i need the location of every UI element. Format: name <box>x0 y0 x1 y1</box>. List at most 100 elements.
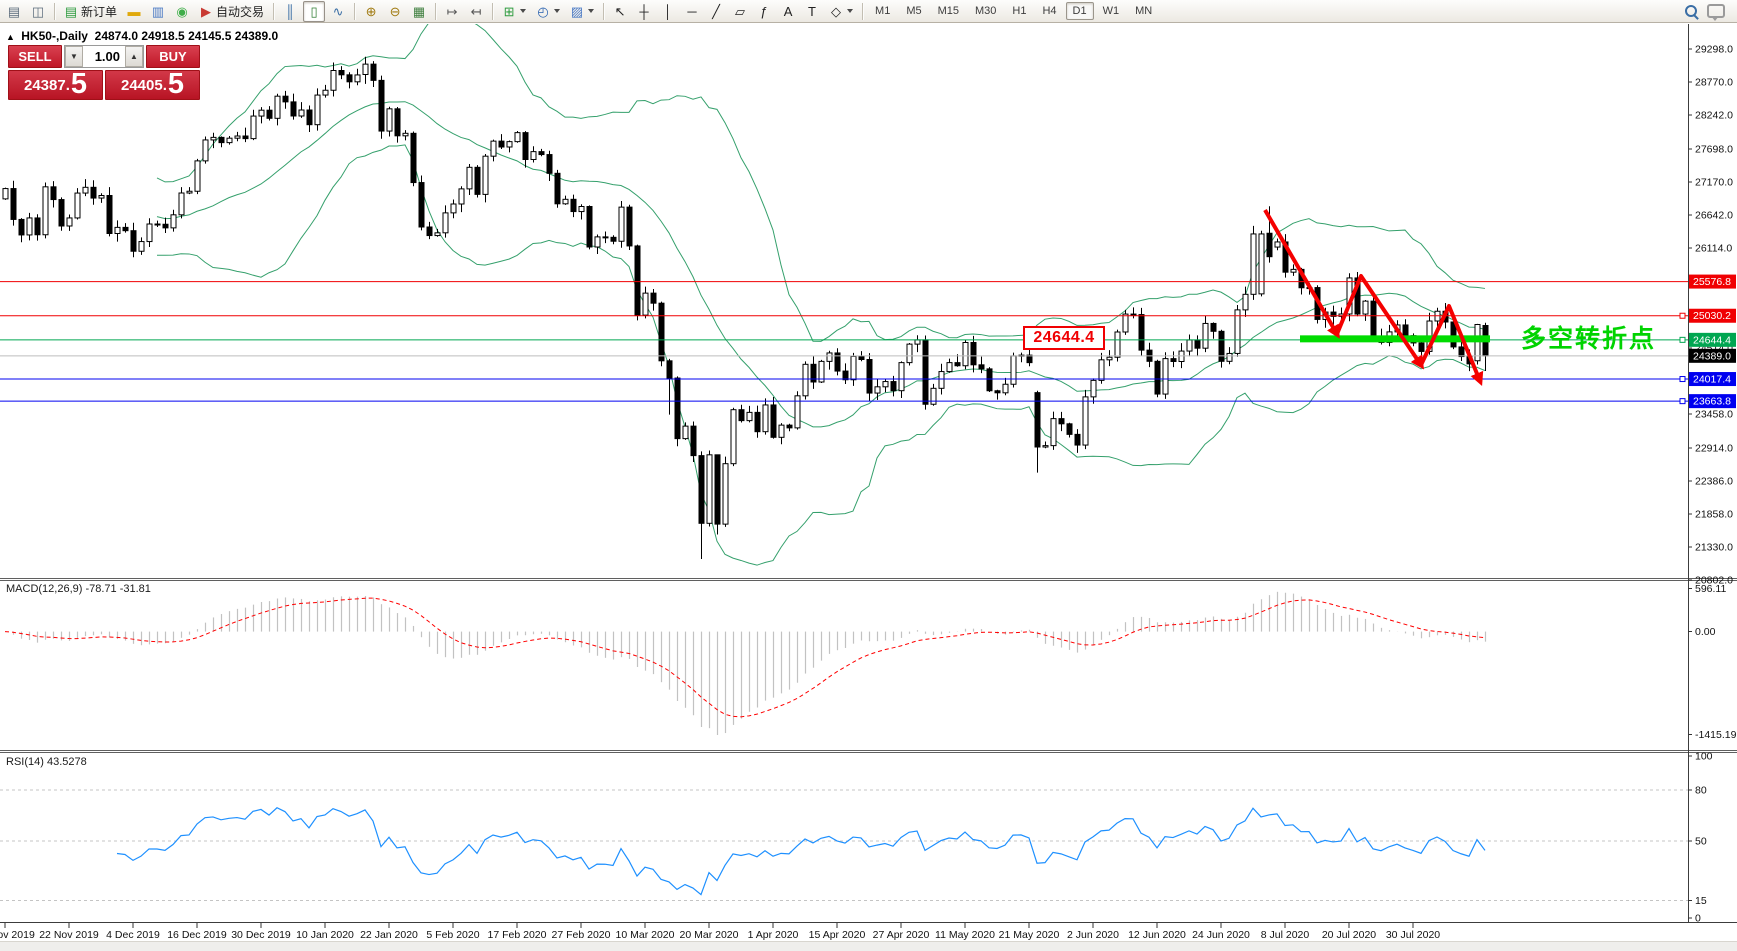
candle-body <box>491 141 496 156</box>
search-icon[interactable] <box>1685 5 1698 18</box>
dropdown-caret-icon[interactable] <box>588 9 594 13</box>
candle-body <box>323 90 328 95</box>
sell-button[interactable]: SELL <box>8 45 62 68</box>
autotrade-button[interactable]: ▶自动交易 <box>195 1 268 22</box>
label-icon[interactable]: T <box>801 1 823 22</box>
candle-body <box>315 95 320 125</box>
price-badge-label: 24644.4 <box>1693 334 1731 346</box>
date-tick-label: 30 Jul 2020 <box>1386 929 1440 941</box>
candle-body <box>603 237 608 238</box>
template-icon[interactable]: ▨ <box>566 1 598 22</box>
vline-icon[interactable]: │ <box>657 1 679 22</box>
candle-body <box>243 136 248 139</box>
signal-icon[interactable]: ◉ <box>171 1 193 22</box>
volume-stepper: ▼ 1.00 ▲ <box>64 45 144 68</box>
line-handle[interactable] <box>1680 399 1685 404</box>
volume-increase-button[interactable]: ▲ <box>125 46 143 67</box>
macd-axis-label: 596.11 <box>1695 583 1726 595</box>
turning-point-note[interactable]: 多空转折点 <box>1521 319 1656 355</box>
candle-body <box>683 426 688 439</box>
new-chart-icon[interactable]: ▤ <box>3 1 25 22</box>
channel-icon[interactable]: ▱ <box>729 1 751 22</box>
candle-body <box>1291 269 1296 272</box>
candle-body <box>187 191 192 193</box>
new-order-button[interactable]: ▤新订单 <box>60 1 121 22</box>
timeframe-m30[interactable]: M30 <box>968 2 1003 20</box>
candle-body <box>435 233 440 236</box>
chart-canvas[interactable]: 29298.028770.028242.027698.027170.026642… <box>0 0 1737 951</box>
line-handle[interactable] <box>1680 313 1685 318</box>
candle-body <box>1243 294 1248 310</box>
trendline-icon[interactable]: ╱ <box>705 1 727 22</box>
candle-body <box>219 137 224 142</box>
candle-body <box>235 136 240 138</box>
line-chart-icon[interactable]: ∿ <box>327 1 349 22</box>
timeframe-mn[interactable]: MN <box>1128 2 1159 20</box>
candle-body <box>283 96 288 102</box>
candle-body <box>731 410 736 464</box>
volume-field[interactable]: 1.00 <box>83 46 125 67</box>
crosshair-icon[interactable]: ┼ <box>633 1 655 22</box>
candle-body <box>427 227 432 236</box>
zoom-out-icon[interactable]: ⊖ <box>384 1 406 22</box>
line-handle[interactable] <box>1680 377 1685 382</box>
candle-body <box>155 224 160 225</box>
candle-body <box>27 218 32 235</box>
arrows-icon[interactable]: ◇ <box>825 1 857 22</box>
timeframe-m5[interactable]: M5 <box>899 2 928 20</box>
zoom-in-icon[interactable]: ⊕ <box>360 1 382 22</box>
profiles-icon[interactable]: ◫ <box>27 1 49 22</box>
period-icon[interactable]: ◴ <box>532 1 564 22</box>
text-icon[interactable]: A <box>777 1 799 22</box>
candle-body <box>1091 380 1096 397</box>
timeframe-h1[interactable]: H1 <box>1005 2 1033 20</box>
candle-body <box>867 360 872 394</box>
timeframe-d1[interactable]: D1 <box>1066 2 1094 20</box>
cursor-icon[interactable]: ↖ <box>609 1 631 22</box>
line-handle[interactable] <box>1680 337 1685 342</box>
timeframe-m15[interactable]: M15 <box>931 2 966 20</box>
candle-body <box>275 96 280 118</box>
collapse-icon[interactable]: ▲ <box>6 32 15 42</box>
timeframe-w1[interactable]: W1 <box>1096 2 1127 20</box>
indicators-icon[interactable]: ⊞ <box>498 1 530 22</box>
ohlc-values: 24874.0 24918.5 24145.5 24389.0 <box>95 29 279 43</box>
candle-body <box>131 231 136 252</box>
candle-body <box>387 109 392 131</box>
candle-body <box>643 293 648 315</box>
timeframe-m1[interactable]: M1 <box>868 2 897 20</box>
dropdown-caret-icon[interactable] <box>520 9 526 13</box>
dropdown-caret-icon[interactable] <box>847 9 853 13</box>
candle-body <box>179 193 184 215</box>
price-text-annotation[interactable]: 24644.4 <box>1023 326 1105 350</box>
candle-body <box>1043 446 1048 447</box>
crosshair-icon: ┼ <box>637 5 651 18</box>
candle-body <box>1211 323 1216 331</box>
candle-body <box>563 199 568 204</box>
date-tick-label: 15 Apr 2020 <box>809 929 866 941</box>
depth-icon[interactable]: ▥ <box>147 1 169 22</box>
buy-price-display[interactable]: 24405.5 <box>105 70 200 100</box>
volume-decrease-button[interactable]: ▼ <box>65 46 83 67</box>
candle-body <box>1259 234 1264 294</box>
candle-body <box>715 455 720 524</box>
candles-chart-icon[interactable]: ▯ <box>303 1 325 22</box>
shift-chart-icon[interactable]: ↦ <box>441 1 463 22</box>
hline-icon[interactable]: ─ <box>681 1 703 22</box>
candle-body <box>123 227 128 230</box>
caret-down-icon: ▼ <box>70 53 78 61</box>
tile-windows-icon[interactable]: ▦ <box>408 1 430 22</box>
autoscroll-icon[interactable]: ↤ <box>465 1 487 22</box>
timeframe-h4[interactable]: H4 <box>1035 2 1063 20</box>
dropdown-caret-icon[interactable] <box>554 9 560 13</box>
rsi-indicator-label: RSI(14) 43.5278 <box>6 756 87 768</box>
candle-body <box>67 218 72 226</box>
buy-button[interactable]: BUY <box>146 45 200 68</box>
gold-icon[interactable]: ▬ <box>123 1 145 22</box>
sell-price-display[interactable]: 24387.5 <box>8 70 103 100</box>
bars-chart-icon[interactable]: ║ <box>279 1 301 22</box>
chat-icon[interactable] <box>1707 4 1725 18</box>
fibo-icon[interactable]: ƒ <box>753 1 775 22</box>
price-tick-label: 23458.0 <box>1695 409 1733 421</box>
date-tick-label: 27 Feb 2020 <box>552 929 611 941</box>
